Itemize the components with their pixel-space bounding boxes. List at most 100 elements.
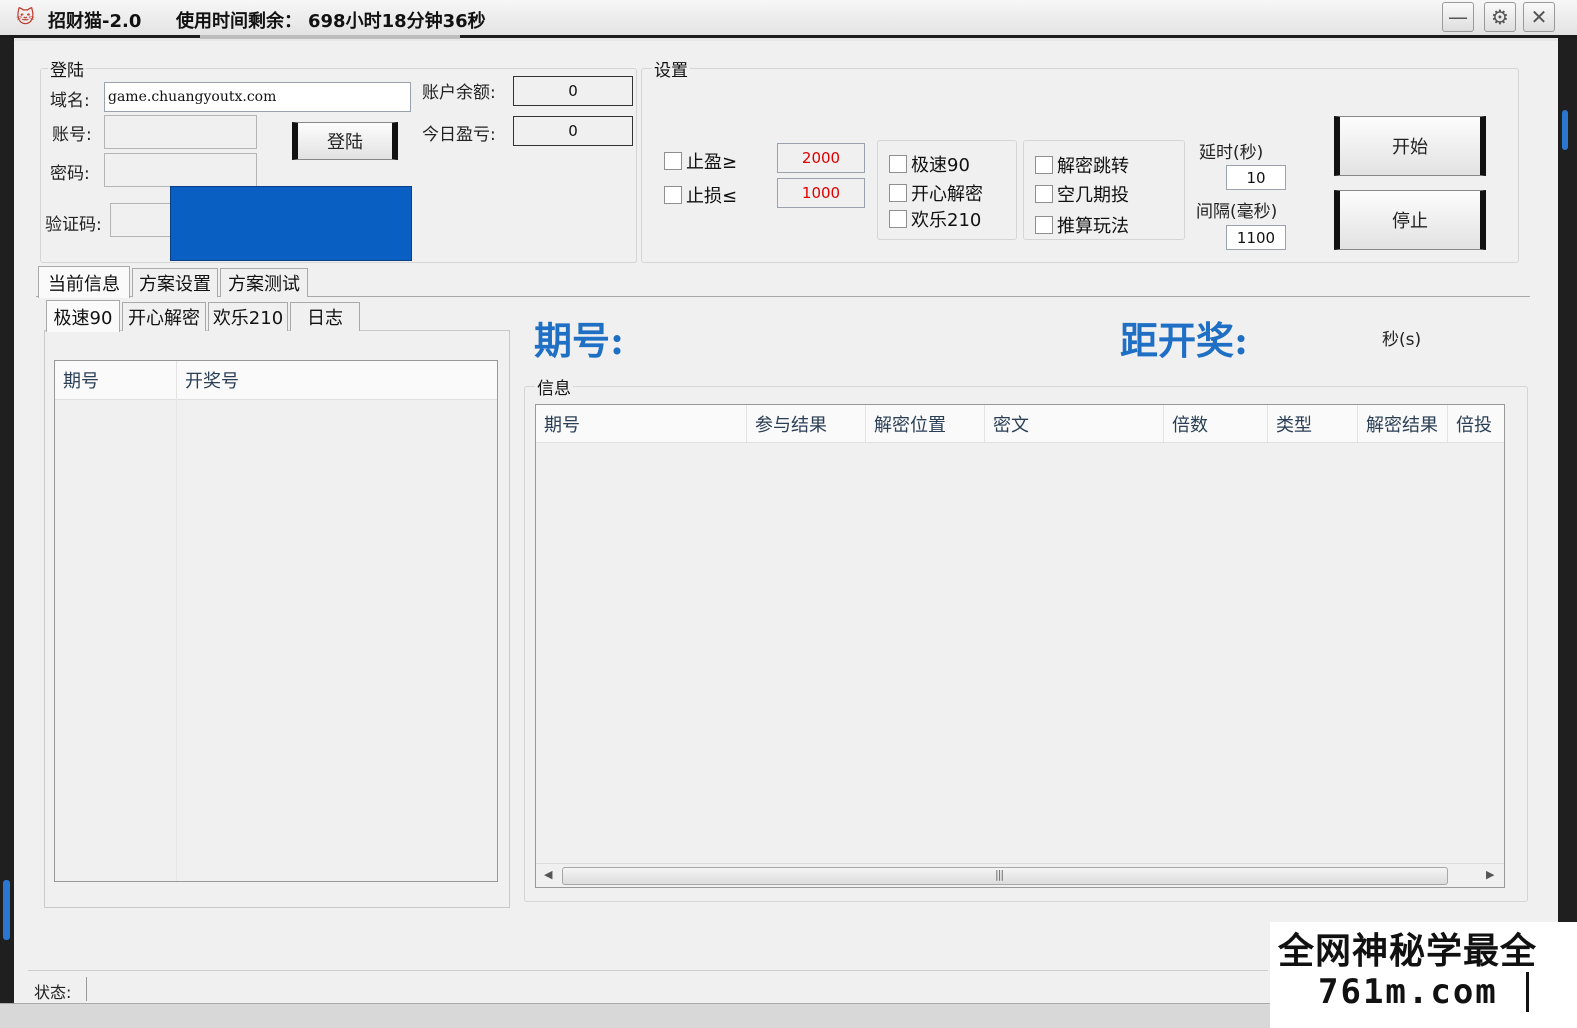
option-label: 空几期投 [1057, 185, 1129, 206]
column-header[interactable]: 期号 [536, 405, 747, 442]
delay-value: 10 [1246, 168, 1266, 187]
checkbox-box[interactable] [889, 210, 907, 228]
account-label: 账号: [52, 125, 92, 145]
checkbox-box[interactable] [889, 184, 907, 202]
column-header-label: 倍数 [1172, 414, 1208, 436]
close-icon: ✕ [1530, 5, 1548, 29]
tab-label: 极速90 [53, 307, 113, 329]
game-checkbox-jisu90[interactable]: 极速90 [889, 151, 970, 177]
option-checkbox-decrypt-jump[interactable]: 解密跳转 [1035, 152, 1129, 178]
frame-accent [3, 880, 10, 940]
tab-label: 开心解密 [128, 308, 200, 329]
subtab-huanle210[interactable]: 欢乐210 [208, 302, 288, 331]
subtab-kaixin[interactable]: 开心解密 [122, 302, 206, 331]
tab-plan-settings[interactable]: 方案设置 [132, 268, 218, 297]
time-remaining-label: 使用时间剩余： [176, 11, 302, 32]
column-header-label: 解密结果 [1366, 414, 1438, 436]
tab-current-info[interactable]: 当前信息 [38, 266, 130, 298]
column-header[interactable]: 倍数 [1164, 405, 1268, 442]
column-header[interactable]: 解密结果 [1358, 405, 1448, 442]
column-header[interactable]: 参与结果 [747, 405, 866, 442]
watermark-line1: 全网神秘学最全 [1278, 930, 1538, 972]
column-header[interactable]: 密文 [985, 405, 1164, 442]
login-button[interactable]: 登陆 [292, 122, 398, 160]
tab-label: 方案测试 [228, 274, 300, 295]
today-pl-number: 0 [568, 122, 578, 140]
column-header[interactable]: 类型 [1268, 405, 1358, 442]
app-title: 招财猫-2.0 [48, 11, 142, 32]
watermark-bar [1526, 972, 1529, 1012]
column-header[interactable]: 开奖号 [177, 361, 497, 399]
column-header[interactable]: 倍投 [1448, 405, 1504, 442]
stop-loss-label: 止损≤ [686, 186, 738, 207]
scroll-left-icon[interactable]: ◀ [544, 868, 552, 881]
status-divider [86, 977, 87, 1001]
password-input[interactable] [104, 153, 257, 187]
title-bar[interactable]: 🐱 招财猫-2.0 使用时间剩余： 698小时18分钟36秒 — ⚙ ✕ [0, 0, 1577, 38]
column-header-label: 类型 [1276, 414, 1312, 436]
balance-value: 0 [513, 76, 633, 106]
column-header-label: 参与结果 [755, 414, 827, 436]
start-button[interactable]: 开始 [1334, 116, 1486, 176]
today-pl-value: 0 [513, 116, 633, 146]
column-header[interactable]: 期号 [55, 361, 177, 399]
stop-loss-checkbox[interactable]: 止损≤ [664, 182, 737, 208]
game-checkbox-kaixin[interactable]: 开心解密 [889, 180, 983, 206]
status-bar: 状态: [28, 970, 1268, 1004]
column-header[interactable]: 解密位置 [866, 405, 985, 442]
game-label: 极速90 [911, 155, 970, 176]
period-label: 期号: [534, 318, 625, 363]
draw-results-list[interactable]: 期号 开奖号 [54, 360, 498, 882]
watermark: 全网神秘学最全 761m.com [1270, 922, 1577, 1028]
tab-label: 日志 [307, 308, 343, 329]
grip-icon: ||| [995, 868, 1004, 881]
checkbox-box[interactable] [1035, 216, 1053, 234]
game-label: 开心解密 [911, 184, 983, 205]
scroll-thumb[interactable]: ||| [562, 867, 1448, 885]
minimize-button[interactable]: — [1442, 2, 1474, 32]
captcha-image[interactable] [170, 186, 412, 261]
close-button[interactable]: ✕ [1523, 2, 1555, 32]
checkbox-box[interactable] [1035, 185, 1053, 203]
stop-loss-input[interactable]: 1000 [777, 178, 865, 208]
checkbox-box[interactable] [1035, 156, 1053, 174]
game-label: 欢乐210 [911, 210, 982, 231]
option-label: 推算玩法 [1057, 216, 1129, 237]
checkbox-box[interactable] [889, 155, 907, 173]
subtab-jisu90[interactable]: 极速90 [46, 300, 120, 332]
list-header: 期号 参与结果 解密位置 密文 倍数 类型 解密结果 倍投 [536, 405, 1504, 443]
gear-icon: ⚙ [1491, 5, 1509, 29]
tab-label: 方案设置 [139, 274, 211, 295]
column-header-label: 开奖号 [185, 371, 239, 392]
option-checkbox-derive-play[interactable]: 推算玩法 [1035, 212, 1129, 238]
info-list[interactable]: 期号 参与结果 解密位置 密文 倍数 类型 解密结果 倍投 ◀ ||| ▶ [535, 404, 1505, 888]
checkbox-box[interactable] [664, 186, 682, 204]
interval-input[interactable]: 1100 [1226, 225, 1286, 250]
game-checkbox-huanle210[interactable]: 欢乐210 [889, 206, 981, 232]
login-button-label: 登陆 [327, 132, 363, 153]
scroll-right-icon[interactable]: ▶ [1486, 868, 1494, 881]
tab-plan-test[interactable]: 方案测试 [220, 268, 308, 297]
checkbox-box[interactable] [664, 152, 682, 170]
stop-button[interactable]: 停止 [1334, 190, 1486, 250]
delay-label: 延时(秒) [1199, 143, 1264, 163]
stop-profit-checkbox[interactable]: 止盈≥ [664, 148, 737, 174]
domain-label: 域名: [50, 91, 90, 111]
option-checkbox-skip-periods[interactable]: 空几期投 [1035, 181, 1129, 207]
option-label: 解密跳转 [1057, 156, 1129, 177]
tab-label: 欢乐210 [212, 308, 284, 329]
captcha-input[interactable] [110, 203, 174, 237]
settings-group-label: 设置 [652, 56, 690, 81]
title-divider [200, 35, 460, 39]
settings-button[interactable]: ⚙ [1484, 2, 1516, 32]
stop-loss-value: 1000 [801, 184, 841, 202]
horizontal-scrollbar[interactable]: ◀ ||| ▶ [536, 863, 1504, 887]
delay-input[interactable]: 10 [1226, 165, 1286, 190]
stop-profit-value: 2000 [801, 149, 841, 167]
subtab-log[interactable]: 日志 [290, 302, 360, 331]
domain-input[interactable]: game.chuangyoutx.com [104, 82, 411, 112]
account-input[interactable] [104, 115, 257, 149]
seconds-unit: 秒(s) [1382, 330, 1422, 350]
interval-label: 间隔(毫秒) [1196, 202, 1278, 222]
stop-profit-input[interactable]: 2000 [777, 143, 865, 173]
